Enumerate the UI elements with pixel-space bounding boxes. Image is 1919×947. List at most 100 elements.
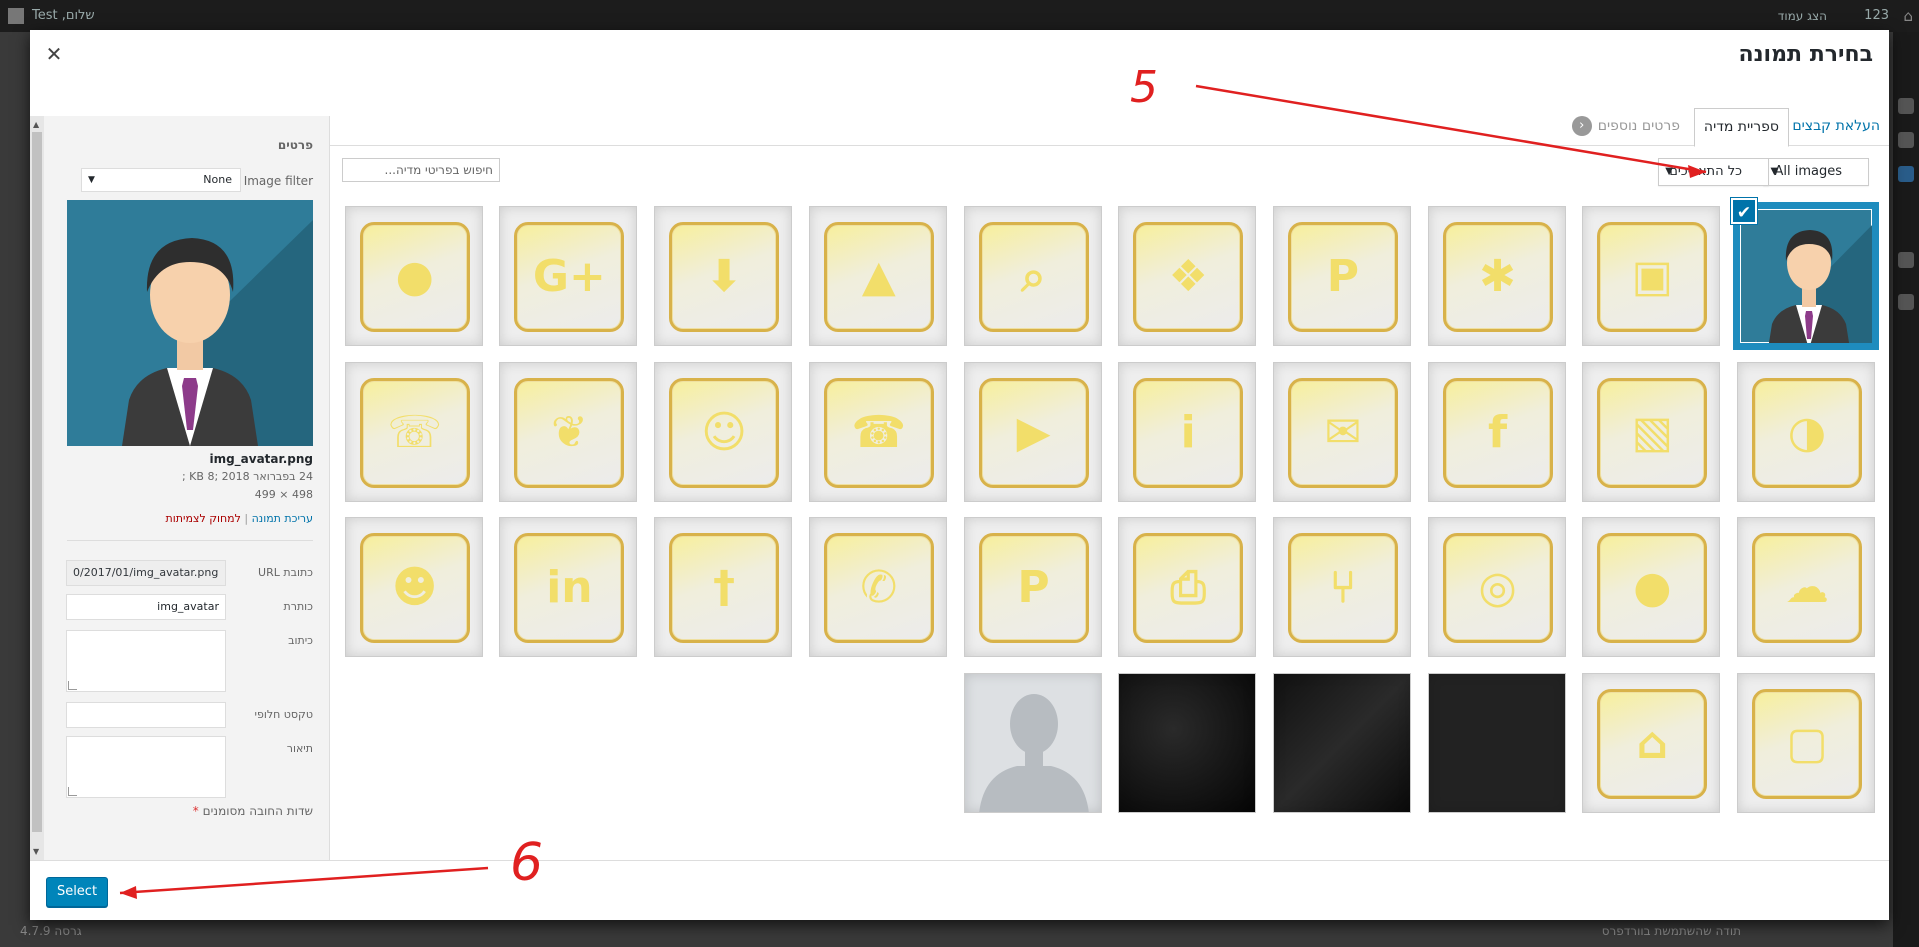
whatsapp-icon-glyph: ☎ xyxy=(851,406,907,458)
attachment-graduation-cap-icon[interactable]: ▲ xyxy=(808,206,947,346)
admin-count[interactable]: 123 xyxy=(1864,8,1889,23)
info-icon-glyph: i xyxy=(1180,406,1196,458)
attachment-presentation-icon[interactable]: ▣ xyxy=(1582,206,1721,346)
search-alert-icon: ⌕ xyxy=(978,222,1089,332)
attachments-grid: ✔ ▣ ✱ P ❖ ⌕ ▲ ⬇ G+ ● ◑ ▧ f ✉ i ▶ ☎ ☺ ❦ ☏ ☁ ● ◎ ⑂ ⎙ P ✆ † in ☻ ▢ ⌂ xyxy=(330,196,1889,886)
printer-icon: ⎙ xyxy=(1133,533,1244,644)
attachment-phone-icon[interactable]: ✆ xyxy=(808,517,947,658)
menu-icon[interactable] xyxy=(1898,166,1914,182)
title-field[interactable]: img_avatar xyxy=(66,594,226,620)
home-icon[interactable]: ⌂ xyxy=(1895,7,1913,25)
shopping-cart-icon-glyph: ⬇ xyxy=(705,251,743,302)
twitter-icon-glyph: ❦ xyxy=(550,406,588,458)
attachment-map-pin-icon[interactable]: ● xyxy=(344,206,483,346)
menu-icon[interactable] xyxy=(1898,294,1914,310)
home-icon: ⌂ xyxy=(1597,688,1708,799)
close-icon[interactable]: ✕ xyxy=(42,42,66,66)
tab-more-details[interactable]: פרטים נוספים ‹ xyxy=(1563,108,1689,146)
image-filter-value: None xyxy=(203,173,232,186)
tab-media-library[interactable]: ספריית מדיה xyxy=(1693,108,1789,147)
description-field[interactable] xyxy=(66,736,226,798)
attachment-telephone-icon[interactable]: ☏ xyxy=(344,361,483,502)
attachment-dark-texture-hex[interactable] xyxy=(1272,672,1411,813)
image-filter-select[interactable]: None ▼ xyxy=(81,168,241,192)
attachment-soundcloud-icon[interactable]: ☁ xyxy=(1737,517,1875,658)
alt-text-label: טקסט חלופי xyxy=(254,708,313,721)
delete-permanently-link[interactable]: למחוק לצמיתות xyxy=(166,512,241,525)
home-icon-glyph: ⌂ xyxy=(1636,717,1669,769)
attachment-home-icon[interactable]: ⌂ xyxy=(1582,672,1721,813)
avatar-photo xyxy=(122,220,313,446)
scroll-thumb[interactable] xyxy=(32,132,42,832)
admin-bar: ⌂ 123 הצג עמוד שלום, Test xyxy=(0,0,1919,32)
checkmark-icon[interactable]: ✔ xyxy=(1731,198,1757,224)
attachment-facebook-icon[interactable]: f xyxy=(1427,361,1566,502)
caption-field[interactable] xyxy=(66,630,226,692)
pinterest-icon-glyph: P xyxy=(1017,562,1050,614)
attachment-web-icon[interactable]: ◎ xyxy=(1427,517,1566,658)
select-button[interactable]: Select xyxy=(46,877,108,907)
scroll-up-icon[interactable]: ▲ xyxy=(33,120,39,129)
attachment-gift-icon[interactable]: ❖ xyxy=(1118,206,1257,346)
menu-icon[interactable] xyxy=(1898,98,1914,114)
share-icon: ⑂ xyxy=(1287,533,1398,644)
attachment-mail-icon[interactable]: ✉ xyxy=(1272,361,1411,502)
attachment-gallery-icon[interactable]: ▧ xyxy=(1582,361,1721,502)
attachment-details: ▲ ▼ פרטים Image filter None ▼ img_avatar… xyxy=(30,116,330,860)
twitter-icon: ❦ xyxy=(514,377,625,488)
attachment-whatsapp-icon[interactable]: ☎ xyxy=(808,361,947,502)
search-input[interactable]: חיפוש בפריטי מדיה... xyxy=(342,158,500,182)
attachment-restaurant-icon[interactable]: † xyxy=(654,517,793,658)
attachment-users-icon[interactable]: ☻ xyxy=(344,517,483,658)
attachment-globe-icon[interactable]: ◑ xyxy=(1737,361,1875,502)
attachment-instagram-icon[interactable]: ▢ xyxy=(1737,672,1875,813)
attachment-linkedin-icon[interactable]: in xyxy=(499,517,638,658)
whatsapp-icon: ☎ xyxy=(823,377,934,488)
media-modal: בחירת תמונה ✕ העלאת קבצים ספריית מדיה פר… xyxy=(30,30,1889,920)
attachment-search-alert-icon[interactable]: ⌕ xyxy=(963,206,1102,346)
tab-upload-files[interactable]: העלאת קבצים xyxy=(1783,108,1889,146)
youtube-icon-glyph: ▶ xyxy=(1016,406,1051,458)
filter-type-select[interactable]: All images ▼ xyxy=(1763,158,1869,186)
attachment-twitter-icon[interactable]: ❦ xyxy=(499,361,638,502)
attachment-youtube-icon[interactable]: ▶ xyxy=(963,361,1102,502)
attachment-share-icon[interactable]: ⑂ xyxy=(1272,517,1411,658)
filter-date-select[interactable]: כל התאריכים ▼ xyxy=(1658,158,1769,186)
view-page-link[interactable]: הצג עמוד xyxy=(1778,9,1827,23)
attachment-dark-texture-leather[interactable] xyxy=(1118,672,1257,813)
scroll-down-icon[interactable]: ▼ xyxy=(33,847,39,856)
alt-text-field[interactable] xyxy=(66,702,226,728)
globe-icon-glyph: ◑ xyxy=(1787,406,1827,458)
url-field[interactable]: 0/2017/01/img_avatar.png xyxy=(66,560,226,586)
mail-icon-glyph: ✉ xyxy=(1324,406,1362,458)
soundcloud-icon-glyph: ☁ xyxy=(1785,562,1829,614)
paypal-icon: P xyxy=(1287,222,1398,332)
url-label: כתובת URL xyxy=(258,566,313,579)
user-avatar-icon[interactable] xyxy=(8,8,24,24)
attachment-pinterest-icon[interactable]: P xyxy=(963,517,1102,658)
attachment-avatar-photo[interactable] xyxy=(1737,206,1875,346)
attachment-network-icon[interactable]: ✱ xyxy=(1427,206,1566,346)
footer-thanks[interactable]: תודה שהשתמשת בוורדפרס xyxy=(1602,924,1741,938)
attachment-shopping-cart-icon[interactable]: ⬇ xyxy=(654,206,793,346)
gift-icon: ❖ xyxy=(1133,222,1244,332)
details-title: פרטים xyxy=(277,138,313,152)
menu-icon[interactable] xyxy=(1898,252,1914,268)
attachment-waze-icon[interactable]: ☺ xyxy=(654,361,793,502)
menu-icon[interactable] xyxy=(1898,132,1914,148)
attachment-default-avatar-silhouette[interactable] xyxy=(963,672,1102,813)
attachment-speech-bubble-icon[interactable]: ● xyxy=(1582,517,1721,658)
chevron-down-icon: ▼ xyxy=(88,175,95,185)
attachment-dark-texture-plain[interactable] xyxy=(1427,672,1566,813)
google-plus-icon: G+ xyxy=(514,222,625,332)
user-greeting[interactable]: שלום, Test xyxy=(32,8,95,23)
attachment-google-plus-icon[interactable]: G+ xyxy=(499,206,638,346)
details-scrollbar[interactable]: ▲ ▼ xyxy=(30,116,44,860)
required-note-text: שדות החובה מסומנים xyxy=(202,804,313,818)
gallery-icon-glyph: ▧ xyxy=(1631,406,1674,458)
attachment-paypal-icon[interactable]: P xyxy=(1272,206,1411,346)
attachment-printer-icon[interactable]: ⎙ xyxy=(1118,517,1257,658)
attachment-info-icon[interactable]: i xyxy=(1118,361,1257,502)
edit-image-link[interactable]: עריכת תמונה xyxy=(252,512,313,525)
divider xyxy=(67,540,313,541)
